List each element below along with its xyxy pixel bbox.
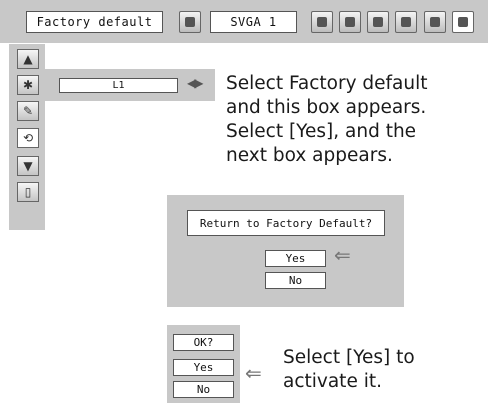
input-source-box[interactable]: SVGA 1 (210, 11, 297, 33)
lamp-icon[interactable]: ✎ (17, 101, 39, 121)
top-menu-bar: Factory default SVGA 1 (0, 0, 488, 43)
dialog-question: Return to Factory Default? (187, 210, 385, 236)
input-icon[interactable] (424, 11, 446, 33)
pointer-arrow-icon: ⇐ (245, 361, 262, 385)
confirm-question: OK? (173, 334, 234, 351)
screen-icon[interactable] (311, 11, 333, 33)
menu-title-box[interactable]: Factory default (26, 11, 163, 33)
scroll-up-icon[interactable]: ▲ (17, 49, 39, 69)
factory-default-dialog: Return to Factory Default? Yes ⇐ No (167, 195, 404, 307)
image-adjust-icon[interactable] (179, 11, 201, 33)
confirm-no-button[interactable]: No (173, 381, 234, 398)
expand-icon[interactable] (367, 11, 389, 33)
note-line: and this box appears. (226, 97, 427, 118)
setting-icon[interactable] (339, 11, 361, 33)
factory-default-icon[interactable] (452, 11, 474, 33)
lamp-mode-row: L1 ◀▶ (45, 69, 215, 101)
confirm-yes-button[interactable]: Yes (173, 359, 234, 376)
exit-icon[interactable]: ▯ (17, 182, 39, 202)
instruction-text-1: Select Factory default and this box appe… (226, 72, 488, 168)
factory-reset-icon[interactable]: ⟲ (17, 128, 39, 148)
note-line: next box appears. (226, 145, 393, 166)
fan-off-icon[interactable]: ✱ (17, 75, 39, 95)
menu-title: Factory default (36, 15, 153, 29)
note-line: Select [Yes] to (283, 347, 415, 368)
lamp-mode-value[interactable]: L1 (59, 78, 178, 93)
input-source-label: SVGA 1 (230, 15, 277, 29)
scroll-down-icon[interactable]: ▼ (17, 156, 39, 176)
left-right-arrows-icon[interactable]: ◀▶ (187, 76, 204, 90)
no-button[interactable]: No (265, 272, 326, 289)
note-line: activate it. (283, 371, 382, 392)
confirm-dialog: OK? Yes No (167, 325, 240, 403)
left-menu-column: ▲ ✱ ✎ ⟲ ▼ ▯ (9, 44, 45, 230)
picture-icon[interactable] (395, 11, 417, 33)
pointer-arrow-icon: ⇐ (334, 243, 351, 267)
instruction-text-2: Select [Yes] to activate it. (283, 346, 483, 394)
note-line: Select Factory default (226, 73, 428, 94)
note-line: Select [Yes], and the (226, 121, 417, 142)
yes-button[interactable]: Yes (265, 250, 326, 267)
